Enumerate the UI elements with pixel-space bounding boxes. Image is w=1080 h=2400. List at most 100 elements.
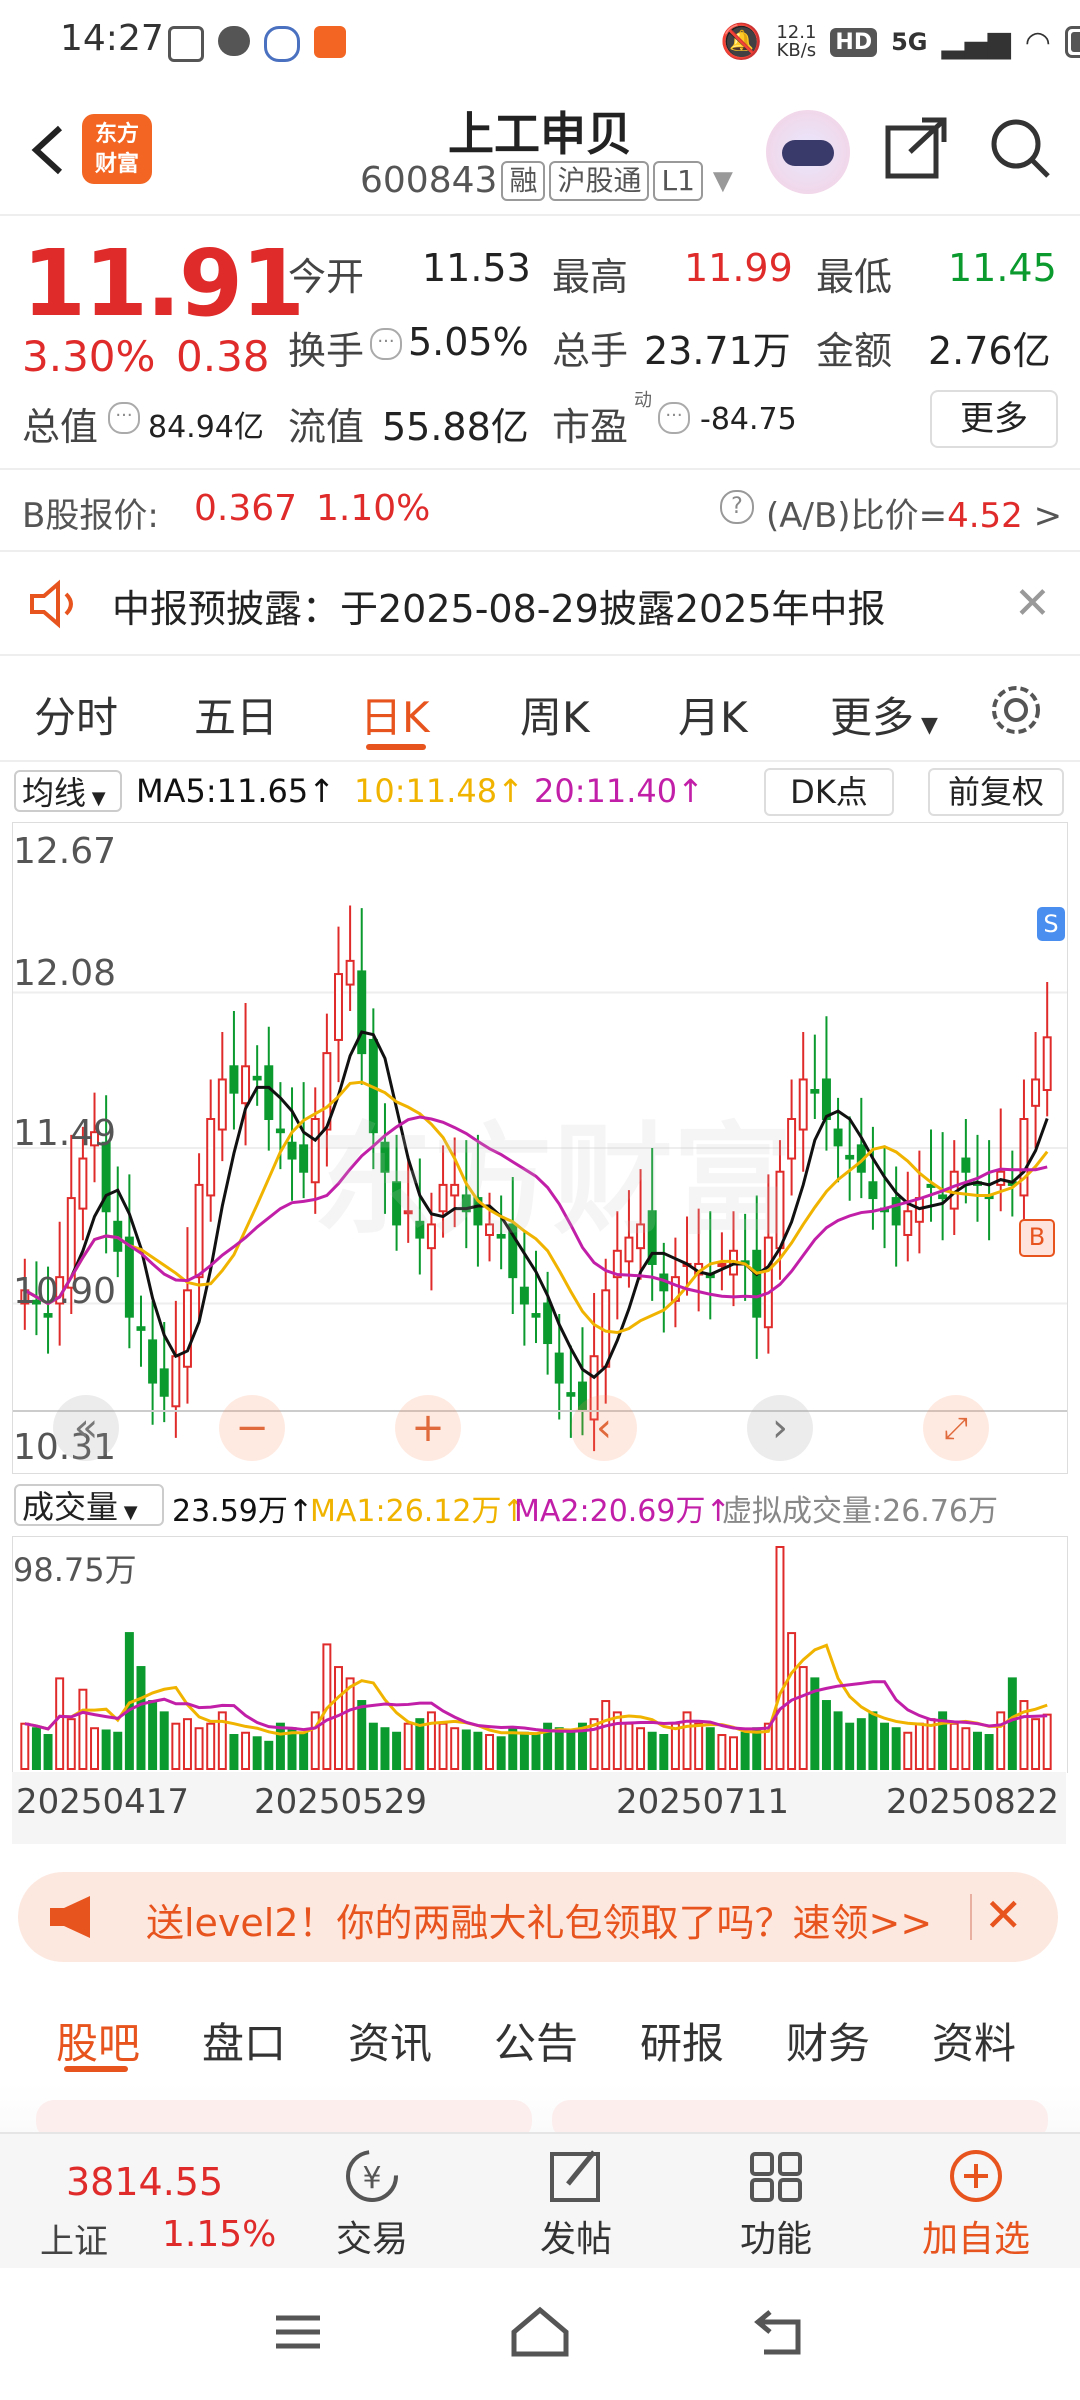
share-button[interactable]	[884, 116, 948, 184]
pe-label: 市盈	[552, 405, 629, 449]
volume-bar	[229, 1734, 239, 1770]
tab-daily-k[interactable]: 日K	[360, 684, 430, 745]
volume-bar	[31, 1727, 41, 1770]
volume-bar	[775, 1546, 785, 1770]
bshare-label: B股报价:	[22, 496, 159, 536]
tab-research[interactable]: 研报	[640, 2010, 724, 2071]
volume-svg	[20, 1546, 1052, 1771]
float-cap-value: 55.88亿	[382, 405, 529, 449]
volume-bar	[90, 1727, 100, 1770]
kline-chart[interactable]: 12.67 12.08 11.49 10.90 10.31 « − + ‹ › …	[12, 822, 1068, 1474]
dk-button[interactable]: DK点	[764, 768, 894, 816]
volume-bar	[636, 1727, 646, 1770]
zoom-in-icon[interactable]: +	[395, 1395, 461, 1461]
volume-bar	[241, 1731, 251, 1770]
watermark-logo: 东方财富	[313, 1112, 793, 1251]
settings-button[interactable]	[986, 680, 1046, 744]
grid-icon	[750, 2152, 802, 2202]
promo-banner[interactable]: 送level2！你的两融大礼包领取了吗？速领>> ✕	[18, 1872, 1058, 1962]
index-name[interactable]: 上证	[40, 2214, 108, 2263]
volume-chart[interactable]: 98.75万	[12, 1536, 1068, 1773]
zoom-out-icon[interactable]: −	[219, 1395, 285, 1461]
menu-icon[interactable]	[272, 2306, 324, 2362]
tab-news[interactable]: 资讯	[348, 2010, 432, 2071]
signal-bars-icon: ▂▄▆	[941, 24, 1011, 60]
volume-bar	[740, 1731, 750, 1770]
candle	[241, 1065, 251, 1105]
fullscreen-icon[interactable]: ⤢	[923, 1395, 989, 1461]
buy-marker[interactable]: B	[1019, 1219, 1055, 1257]
assistant-robot-icon[interactable]	[766, 110, 850, 194]
status-right: 🔕 12.1 KB/s HD 5G ▂▄▆ ◠	[720, 22, 1080, 62]
browser-icon	[264, 26, 300, 62]
help-icon[interactable]: ?	[720, 490, 754, 524]
volume-bar	[252, 1736, 262, 1771]
volume-bar	[566, 1729, 576, 1770]
add-watchlist-button[interactable]: 加自选	[906, 2146, 1046, 2262]
volume-select[interactable]: 成交量 ▼	[14, 1484, 164, 1526]
more-quote-button[interactable]: 更多	[930, 390, 1058, 448]
back-nav-icon[interactable]	[752, 2306, 808, 2362]
tab-more[interactable]: 更多 ▼	[830, 684, 938, 745]
volume-bar	[531, 1734, 541, 1770]
info-icon[interactable]: ···	[658, 402, 690, 434]
info-icon[interactable]: ···	[370, 328, 402, 360]
volume-bar	[670, 1722, 680, 1770]
candle	[554, 1352, 564, 1384]
tab-five-day[interactable]: 五日	[194, 684, 278, 745]
tab-weekly-k[interactable]: 周K	[520, 684, 590, 745]
adjust-button[interactable]: 前复权	[928, 768, 1064, 816]
tag-level: L1	[653, 160, 703, 201]
gear-icon	[992, 686, 1040, 734]
close-notice-icon[interactable]: ✕	[1014, 578, 1051, 629]
volume-bar	[798, 1666, 808, 1770]
change-pct: 3.30%	[22, 332, 156, 381]
ma20-value: 20:11.40↑	[534, 772, 704, 810]
tab-monthly-k[interactable]: 月K	[678, 684, 748, 745]
candle	[78, 1157, 88, 1210]
volume-max-label: 98.75万	[13, 1551, 137, 1589]
candle	[345, 959, 355, 986]
info-icon[interactable]: ···	[108, 402, 140, 434]
volume-bar	[55, 1677, 65, 1770]
promo-separator	[970, 1894, 972, 1940]
ma10-value: 10:11.48↑	[354, 772, 524, 810]
svg-text:¥: ¥	[362, 2161, 381, 2196]
index-pct[interactable]: 1.15%	[162, 2214, 276, 2255]
volume-label: 总手	[552, 329, 629, 373]
change-value: 0.38	[176, 332, 270, 381]
close-promo-icon[interactable]: ✕	[984, 1888, 1023, 1942]
ab-ratio[interactable]: (A/B)比价=4.52 >	[766, 488, 1062, 537]
trade-button[interactable]: ¥ 交易	[302, 2146, 442, 2262]
notice-text[interactable]: 中报预披露：于2025-08-29披露2025年中报	[112, 578, 886, 633]
ma-select[interactable]: 均线 ▼	[14, 770, 122, 812]
volume-bar	[148, 1700, 158, 1770]
chat-icon	[218, 26, 250, 56]
rewind-icon[interactable]: «	[53, 1395, 119, 1461]
pan-left-icon[interactable]: ‹	[571, 1395, 637, 1461]
amount-value: 2.76亿	[928, 329, 1051, 373]
index-value[interactable]: 3814.55	[66, 2160, 223, 2204]
candle	[124, 1236, 134, 1318]
x-tick-label: 20250822	[886, 1782, 1060, 1822]
volume-bar	[519, 1731, 529, 1770]
add-watchlist-label: 加自选	[921, 2219, 1030, 2260]
tab-intraday[interactable]: 分时	[34, 684, 118, 745]
candle	[752, 1249, 762, 1318]
tab-guba[interactable]: 股吧	[56, 2010, 140, 2071]
volume-ma1: MA1:26.12万↑	[310, 1494, 527, 1529]
volume-bar	[136, 1666, 146, 1770]
tab-announcements[interactable]: 公告	[494, 2010, 578, 2071]
functions-button[interactable]: 功能	[706, 2146, 846, 2262]
tab-finance[interactable]: 财务	[786, 2010, 870, 2071]
search-button[interactable]	[988, 116, 1052, 184]
pan-right-icon[interactable]: ›	[747, 1395, 813, 1461]
home-icon[interactable]	[508, 2304, 572, 2364]
stock-code-row[interactable]: 600843 融 沪股通 L1 ▼	[360, 160, 733, 201]
tab-orderbook[interactable]: 盘口	[202, 2010, 286, 2071]
volume-bar	[43, 1734, 53, 1770]
candle	[171, 1355, 181, 1408]
tab-profile[interactable]: 资料	[932, 2010, 1016, 2071]
sell-marker[interactable]: S	[1037, 907, 1065, 941]
post-button[interactable]: 发帖	[506, 2146, 646, 2262]
